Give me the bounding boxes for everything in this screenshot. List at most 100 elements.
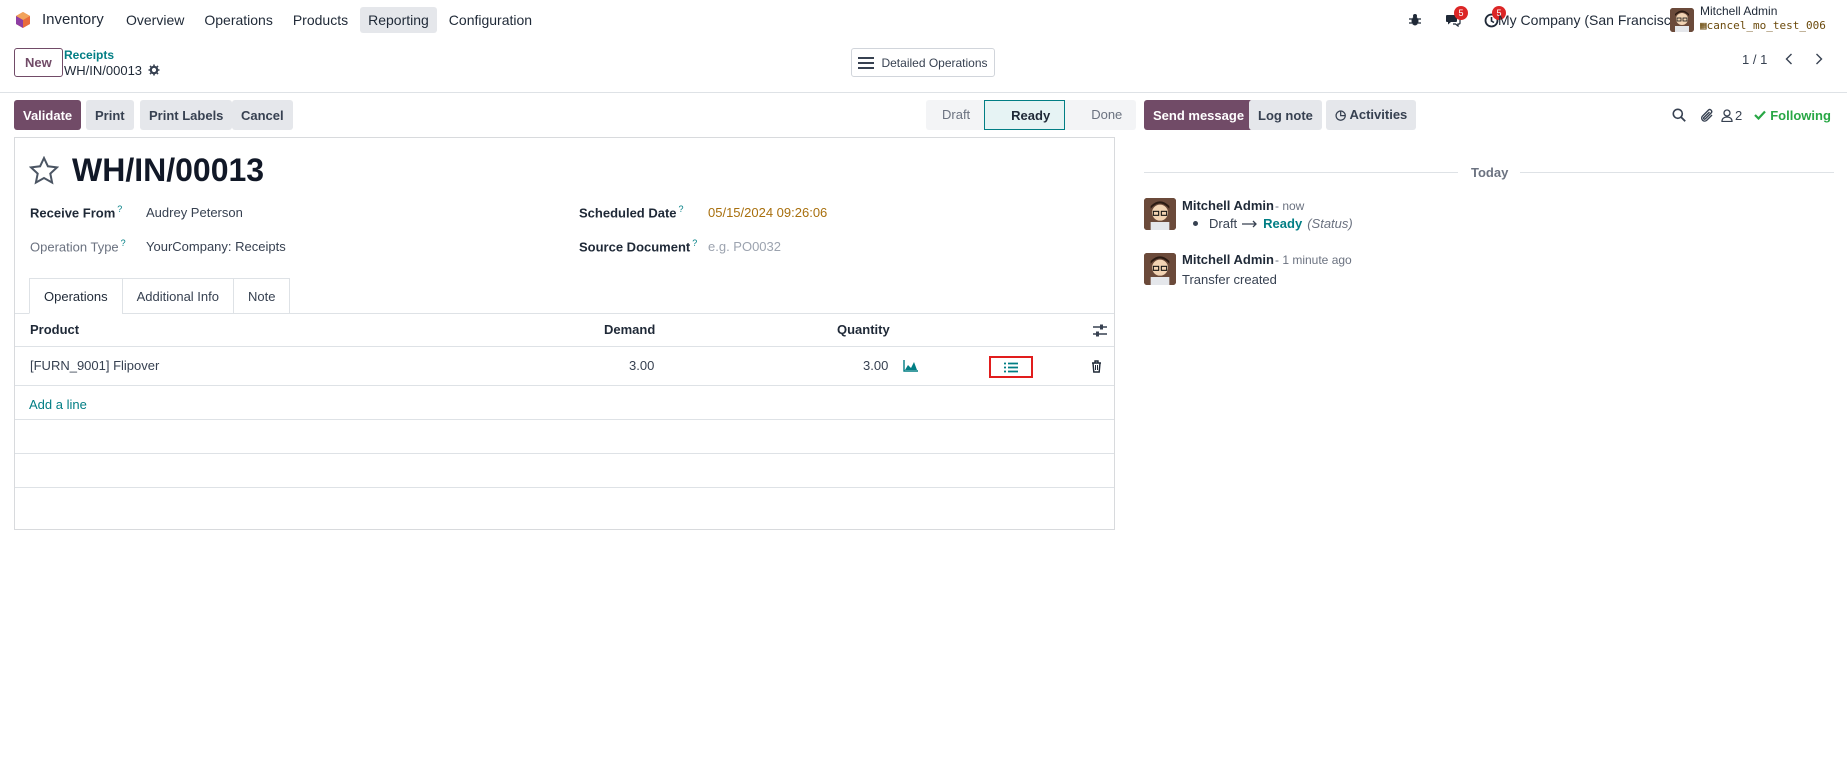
list-icon [1004, 362, 1018, 372]
main-menu: Overview Operations Products Reporting C… [118, 7, 540, 33]
date-separator: Today [1471, 165, 1509, 180]
app-name[interactable]: Inventory [42, 11, 104, 28]
pager-previous-button[interactable] [1776, 48, 1802, 70]
tab-note[interactable]: Note [233, 278, 291, 314]
message-body: Transfer created [1182, 272, 1277, 287]
operation-type-field[interactable]: YourCompany: Receipts [146, 239, 286, 254]
help-tooltip-icon[interactable]: ? [121, 238, 126, 248]
pager-next-button[interactable] [1806, 48, 1832, 70]
detailed-operations-button[interactable]: Detailed Operations [851, 48, 995, 77]
source-document-label-text: Source Document [579, 239, 691, 255]
add-a-line-link[interactable]: Add a line [29, 397, 87, 412]
table-empty-row-divider [15, 487, 1114, 488]
favorite-star-icon[interactable] [29, 156, 59, 185]
operation-type-label: Operation Type? [30, 238, 126, 254]
form-sheet: WH/IN/00013 Receive From? Audrey Peterso… [14, 137, 1115, 530]
activities-label: Activities [1349, 107, 1408, 122]
check-icon [1754, 110, 1767, 120]
tab-additional-info[interactable]: Additional Info [121, 278, 233, 314]
messages-badge: 5 [1454, 6, 1468, 20]
log-note-button[interactable]: Log note [1249, 100, 1322, 130]
forecast-chart-icon[interactable] [903, 360, 918, 372]
help-tooltip-icon[interactable]: ? [692, 238, 697, 248]
tracking-old-value: Draft [1209, 216, 1238, 231]
row-quantity-cell[interactable]: 3.00 [863, 358, 888, 373]
table-empty-row-divider [15, 419, 1114, 420]
user-avatar[interactable] [1670, 8, 1694, 32]
scheduled-date-label-text: Scheduled Date [579, 205, 677, 221]
date-separator-line [1520, 172, 1834, 173]
receive-from-field[interactable]: Audrey Peterson [146, 205, 243, 220]
record-title[interactable]: WH/IN/00013 [72, 152, 264, 189]
message-author-avatar[interactable] [1144, 198, 1176, 230]
stage-done[interactable]: Done [1065, 100, 1137, 130]
stage-draft[interactable]: Draft [926, 100, 985, 130]
help-tooltip-icon[interactable]: ? [117, 204, 122, 214]
message-time: - now [1275, 199, 1305, 213]
pager-value[interactable]: 1 / 1 [1742, 52, 1767, 67]
breadcrumb-current: WH/IN/00013 [64, 63, 143, 78]
menu-products[interactable]: Products [285, 7, 356, 33]
systray: 5 5 [1396, 6, 1510, 32]
detailed-operations-label: Detailed Operations [881, 55, 988, 70]
help-tooltip-icon[interactable]: ? [679, 204, 684, 214]
form-statusbar: Validate Print Print Labels Cancel Draft… [14, 100, 1137, 130]
list-bullet [1193, 221, 1198, 226]
print-button[interactable]: Print [86, 100, 134, 130]
search-messages-icon[interactable] [1665, 104, 1693, 126]
arrow-right-icon [1242, 220, 1258, 227]
breadcrumb-receipts[interactable]: Receipts [64, 48, 114, 62]
receive-from-label-text: Receive From [30, 205, 116, 221]
database-name: ▦cancel_mo_test_006 [1700, 19, 1826, 32]
user-name[interactable]: Mitchell Admin [1700, 4, 1777, 18]
database-icon: ▦ [1700, 19, 1707, 32]
send-message-button[interactable]: Send message [1144, 100, 1254, 130]
menu-reporting[interactable]: Reporting [360, 7, 437, 33]
following-button[interactable]: Following [1754, 108, 1831, 123]
notebook-tabs: Operations Additional Info Note [29, 278, 291, 314]
followers-button[interactable]: 2 [1721, 108, 1742, 123]
status-stages: Draft Ready Done [926, 100, 1137, 130]
tracking-new-value: Ready [1263, 216, 1303, 231]
stage-ready[interactable]: Ready [984, 100, 1066, 130]
date-separator-line [1144, 172, 1458, 173]
menu-overview[interactable]: Overview [118, 7, 192, 33]
source-document-field[interactable]: e.g. PO0032 [708, 239, 781, 254]
details-list-button[interactable] [989, 356, 1033, 378]
chatter-toolbar-icons: 2 Following [1665, 104, 1831, 126]
message-author[interactable]: Mitchell Admin [1182, 198, 1274, 213]
column-header-product[interactable]: Product [30, 322, 79, 337]
table-row-divider [15, 385, 1114, 386]
optional-columns-icon[interactable] [1093, 324, 1107, 337]
print-labels-button[interactable]: Print Labels [140, 100, 233, 130]
activities-button[interactable]: ◷ Activities [1326, 100, 1417, 130]
chevron-right-icon [1816, 53, 1823, 65]
validate-button[interactable]: Validate [14, 100, 82, 130]
company-switcher[interactable]: My Company (San Francisco) [1498, 12, 1683, 28]
menu-operations[interactable]: Operations [196, 7, 280, 33]
gear-icon[interactable] [148, 64, 160, 76]
debug-bug-icon[interactable] [1396, 8, 1434, 32]
attachment-paperclip-icon[interactable] [1693, 104, 1721, 126]
top-navbar: Inventory Overview Operations Products R… [0, 0, 1847, 40]
message-author-avatar[interactable] [1144, 253, 1176, 285]
tab-operations[interactable]: Operations [29, 278, 122, 314]
column-header-quantity[interactable]: Quantity [837, 322, 890, 337]
tracking-value: Draft Ready (Status) [1193, 216, 1353, 231]
row-demand-cell[interactable]: 3.00 [629, 358, 654, 373]
operation-type-label-text: Operation Type [30, 239, 119, 255]
user-icon [1721, 108, 1733, 122]
column-header-demand[interactable]: Demand [604, 322, 655, 337]
tracking-field-name: (Status) [1307, 216, 1353, 231]
trash-icon[interactable] [1091, 360, 1102, 373]
cancel-button[interactable]: Cancel [232, 100, 293, 130]
row-product-cell[interactable]: [FURN_9001] Flipover [30, 358, 159, 373]
message-author[interactable]: Mitchell Admin [1182, 252, 1274, 267]
new-button[interactable]: New [14, 48, 63, 77]
scheduled-date-field[interactable]: 05/15/2024 09:26:06 [708, 205, 827, 220]
source-document-label: Source Document? [579, 238, 697, 254]
inventory-app-logo-icon[interactable] [14, 11, 32, 29]
database-label: cancel_mo_test_006 [1706, 19, 1826, 32]
messages-icon[interactable]: 5 [1434, 6, 1472, 32]
menu-configuration[interactable]: Configuration [441, 7, 540, 33]
